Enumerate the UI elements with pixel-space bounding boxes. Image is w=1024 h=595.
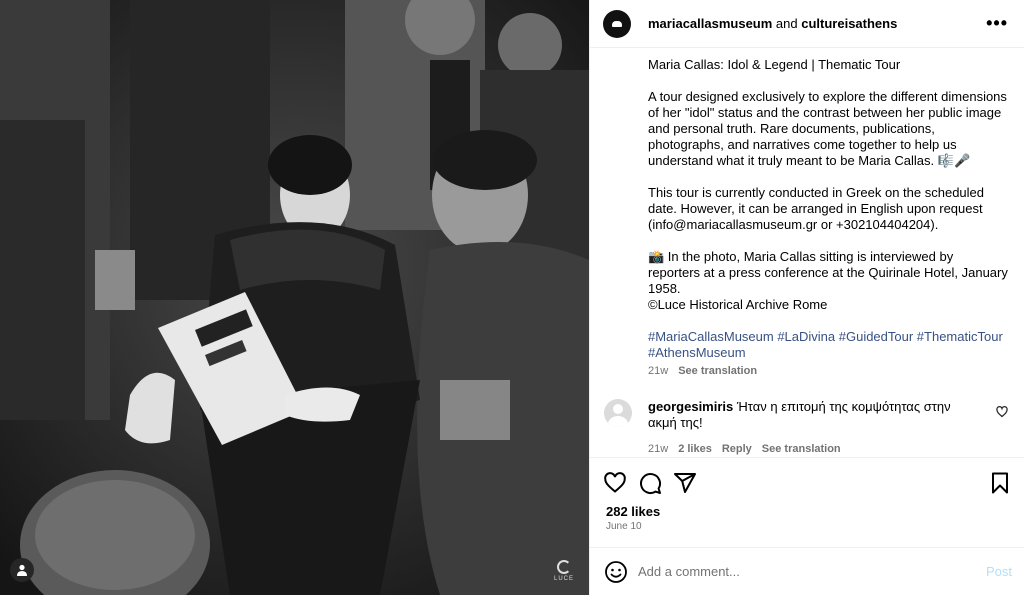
- post-caption: Maria Callas: Idol & Legend | Thematic T…: [648, 57, 1008, 361]
- heart-icon: [996, 406, 1008, 418]
- user-icon: [17, 564, 27, 576]
- header-accounts: mariacallasmuseum and cultureisathens: [648, 16, 986, 31]
- luce-logo-icon: [557, 560, 571, 574]
- save-bookmark-icon[interactable]: [988, 471, 1012, 495]
- more-horizontal-icon[interactable]: •••: [986, 13, 1008, 34]
- collaborator-name[interactable]: cultureisathens: [801, 16, 897, 31]
- post-side-panel: mariacallasmuseum and cultureisathens ••…: [589, 0, 1024, 595]
- caption-age: 21w: [648, 365, 669, 377]
- caption-title: Maria Callas: Idol & Legend | Thematic T…: [648, 57, 901, 72]
- accounts-joiner: and: [775, 16, 798, 31]
- comment-reply-button[interactable]: Reply: [722, 443, 752, 455]
- caption-hashtags[interactable]: #MariaCallasMuseum #LaDivina #GuidedTour…: [648, 329, 1008, 361]
- comment-see-translation[interactable]: See translation: [762, 443, 841, 455]
- caption-paragraph-2: This tour is currently conducted in Gree…: [648, 185, 985, 232]
- comment-bubble-icon[interactable]: [638, 471, 662, 495]
- luce-watermark: LUCE: [553, 560, 575, 582]
- photo-illustration: [0, 0, 589, 595]
- likes-count[interactable]: 282 likes: [606, 504, 1012, 519]
- comment-item: georgesimiris Ήταν η επιτομή της κομψότη…: [604, 399, 1008, 455]
- comment-age: 21w: [648, 443, 669, 455]
- instagram-post: LUCE mariacallasmuseum and cultureisathe…: [0, 0, 1024, 595]
- add-comment-bar: Post: [590, 547, 1024, 595]
- account-name[interactable]: mariacallasmuseum: [648, 16, 772, 31]
- caption-see-translation[interactable]: See translation: [678, 365, 757, 377]
- comments-section[interactable]: Maria Callas: Idol & Legend | Thematic T…: [590, 48, 1024, 457]
- post-comment-button[interactable]: Post: [986, 564, 1012, 579]
- share-paper-plane-icon[interactable]: [673, 471, 697, 495]
- comment-like-heart-icon[interactable]: [996, 406, 1008, 421]
- caption-meta: 21w See translation: [648, 365, 1008, 377]
- post-actions: 282 likes June 10: [590, 457, 1024, 547]
- comment-avatar[interactable]: [604, 399, 632, 427]
- post-header: mariacallasmuseum and cultureisathens ••…: [590, 0, 1024, 48]
- caption-paragraph-1: A tour designed exclusively to explore t…: [648, 89, 1007, 168]
- tagged-users-button[interactable]: [10, 558, 34, 582]
- comment-text: georgesimiris Ήταν η επιτομή της κομψότη…: [648, 399, 1008, 431]
- caption-paragraph-3: 📸 In the photo, Maria Callas sitting is …: [648, 249, 1008, 312]
- comment-likes-count[interactable]: 2 likes: [678, 443, 712, 455]
- post-photo[interactable]: LUCE: [0, 0, 589, 595]
- emoji-icon[interactable]: [604, 560, 628, 584]
- comment-meta: 21w 2 likes Reply See translation: [648, 443, 1008, 455]
- like-heart-icon[interactable]: [603, 471, 627, 495]
- luce-watermark-text: LUCE: [553, 576, 574, 582]
- comment-username[interactable]: georgesimiris: [648, 399, 733, 414]
- comment-input[interactable]: [638, 564, 986, 579]
- action-icons-row: [603, 466, 1012, 500]
- account-avatar[interactable]: [603, 9, 631, 38]
- post-date: June 10: [606, 521, 642, 532]
